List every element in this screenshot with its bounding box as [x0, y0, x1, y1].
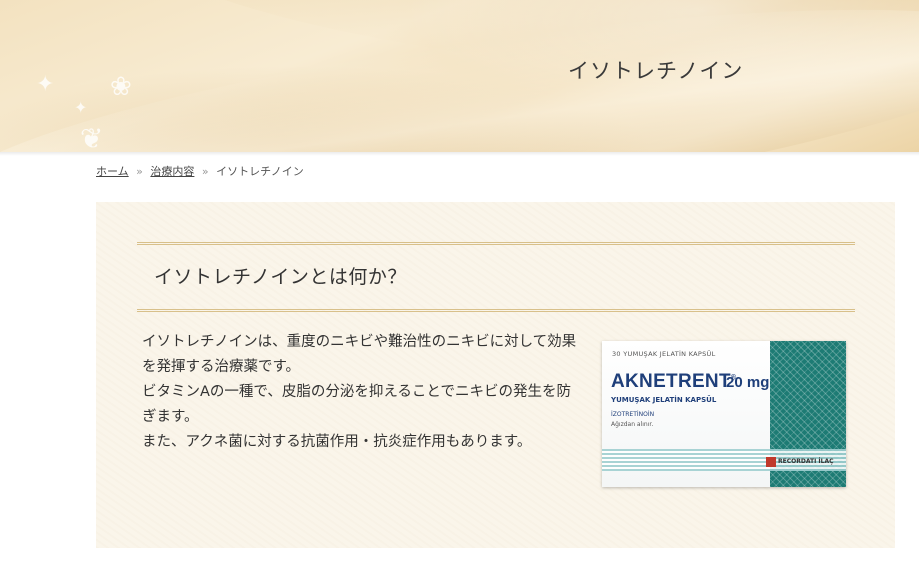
product-route: Ağızdan alınır.: [611, 421, 654, 428]
maker-logo-icon: [766, 457, 776, 467]
header-banner: ✦ ❀ ✦ ❦ イソトレチノイン: [0, 0, 919, 152]
product-subtitle: YUMUŞAK JELATİN KAPSÜL: [611, 396, 717, 404]
body-paragraph: イソトレチノインは、重度のニキビや難治性のニキビに対して効果を発揮する治療薬です…: [142, 334, 577, 375]
header-shadow: [0, 152, 919, 156]
product-maker: RECORDATI İLAÇ: [778, 458, 834, 465]
section-heading-box: イソトレチノインとは何か？: [137, 242, 855, 312]
body-paragraph: ビタミンAの一種で、皮脂の分泌を抑えることでニキビの発生を防ぎます。: [142, 384, 571, 425]
product-capsule-count: 30 YUMUŞAK JELATİN KAPSÜL: [612, 350, 716, 358]
sparkle-icon: ❀: [110, 72, 132, 102]
section-body: イソトレチノインは、重度のニキビや難治性のニキビに対して効果を発揮する治療薬です…: [142, 330, 582, 455]
breadcrumb: ホーム » 治療内容 » イソトレチノイン: [96, 163, 304, 179]
section-heading: イソトレチノインとは何か？: [154, 266, 407, 288]
breadcrumb-separator: »: [136, 165, 143, 178]
leaf-icon: ❦: [80, 122, 104, 152]
sparkle-icon: ✦: [36, 72, 55, 97]
page-title: イソトレチノイン: [568, 59, 744, 83]
product-ingredient: İZOTRETİNOİN: [611, 411, 655, 418]
product-brand-name: AKNETRENT: [611, 371, 731, 392]
breadcrumb-treatment-link[interactable]: 治療内容: [150, 165, 194, 178]
sparkle-icon: ✦: [74, 98, 88, 117]
content-panel: イソトレチノインとは何か？ イソトレチノインは、重度のニキビや難治性のニキビに対…: [96, 202, 895, 548]
product-dose: 20 mg: [726, 374, 770, 391]
breadcrumb-home-link[interactable]: ホーム: [96, 165, 129, 178]
body-paragraph: また、アクネ菌に対する抗菌作用・抗炎症作用もあります。: [142, 434, 532, 450]
product-brand: AKNETRENT®: [611, 371, 736, 393]
breadcrumb-separator: »: [201, 165, 209, 178]
product-image: 30 YUMUŞAK JELATİN KAPSÜL AKNETRENT® 20 …: [602, 341, 846, 487]
breadcrumb-current: イソトレチノイン: [216, 165, 304, 178]
